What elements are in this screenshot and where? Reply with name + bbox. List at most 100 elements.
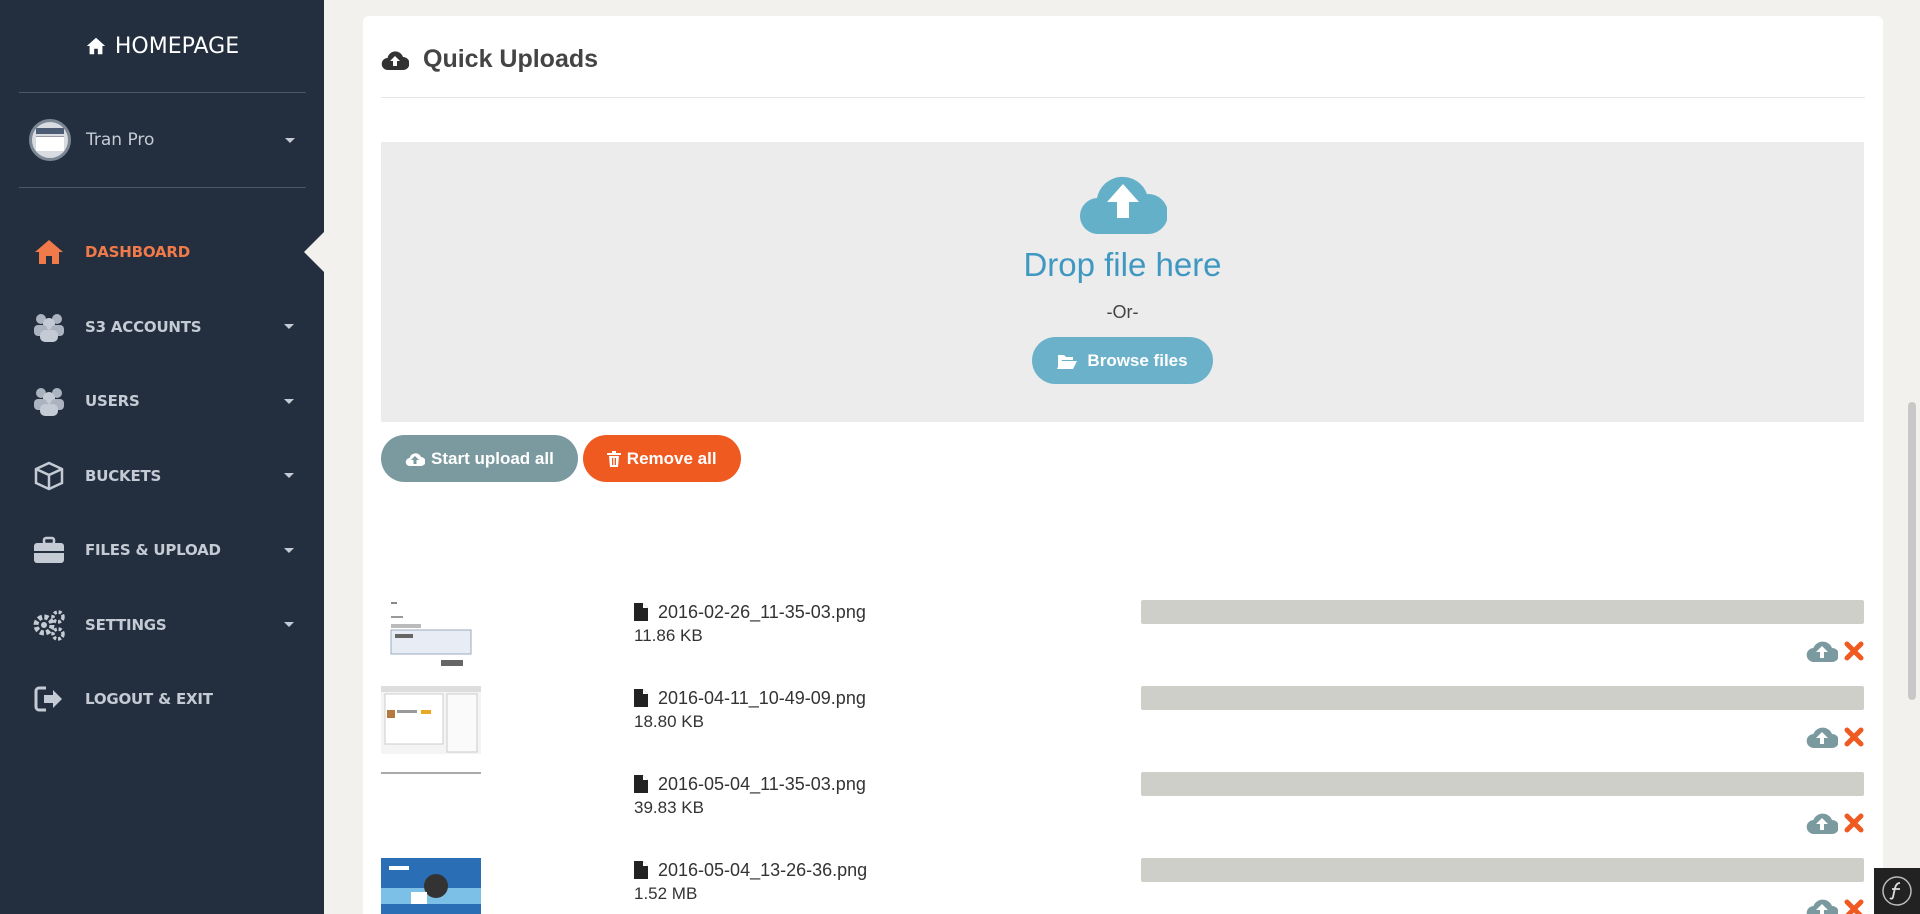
- file-thumbnail: [381, 600, 481, 668]
- file-info: 2016-04-11_10-49-09.png 18.80 KB: [634, 686, 866, 732]
- file-size: 1.52 MB: [634, 884, 698, 903]
- dropzone-title: Drop file here: [1023, 246, 1222, 283]
- chevron-down-icon: [284, 547, 294, 553]
- file-size: 39.83 KB: [634, 798, 704, 817]
- upload-file-button[interactable]: [1806, 639, 1838, 663]
- sidebar-item-dashboard[interactable]: DASHBOARD: [0, 215, 324, 290]
- chevron-down-icon: [284, 473, 294, 479]
- users-icon: [32, 312, 66, 342]
- sidebar-menu: DASHBOARD S3 ACCOUNTS USERS BUCKETS FILE…: [0, 215, 324, 737]
- upload-progress-bar: [1141, 772, 1864, 796]
- remove-file-button[interactable]: [1844, 813, 1864, 833]
- browse-files-label: Browse files: [1087, 350, 1188, 370]
- sidebar-item-label: USERS: [85, 392, 140, 411]
- page-title: Quick Uploads: [423, 45, 599, 73]
- briefcase-icon: [32, 535, 66, 565]
- gears-icon: [32, 610, 66, 641]
- file-row: 2016-02-26_11-35-03.png 11.86 KB: [381, 600, 1864, 686]
- sidebar-item-label: S3 ACCOUNTS: [85, 317, 202, 336]
- chevron-down-icon: [284, 398, 294, 404]
- file-size: 18.80 KB: [634, 712, 704, 731]
- file-dropzone[interactable]: Drop file here -Or- Browse files: [381, 142, 1864, 422]
- user-menu[interactable]: Tran Pro: [0, 93, 324, 187]
- chevron-down-icon: [284, 622, 294, 628]
- file-row: 2016-05-04_11-35-03.png 39.83 KB: [381, 772, 1864, 858]
- file-name: 2016-02-26_11-35-03.png: [634, 600, 866, 624]
- file-icon: [634, 689, 648, 707]
- remove-file-button[interactable]: [1844, 899, 1864, 914]
- file-name: 2016-05-04_11-35-03.png: [634, 772, 866, 796]
- upload-progress-bar: [1141, 858, 1864, 882]
- sidebar-item-label: DASHBOARD: [85, 243, 191, 262]
- sidebar-item-label: LOGOUT & EXIT: [85, 690, 213, 709]
- sidebar-item-label: SETTINGS: [85, 615, 167, 634]
- file-row: 2016-04-11_10-49-09.png 18.80 KB: [381, 686, 1864, 772]
- sidebar-item-s3-accounts[interactable]: S3 ACCOUNTS: [0, 290, 324, 365]
- cloud-upload-icon: [405, 452, 425, 466]
- sidebar-item-label: BUCKETS: [85, 466, 162, 485]
- file-size: 11.86 KB: [634, 626, 703, 645]
- browse-files-button[interactable]: Browse files: [1032, 337, 1213, 384]
- remove-file-button[interactable]: [1844, 727, 1864, 747]
- cloud-upload-icon: [381, 50, 409, 70]
- brand-label: HOMEPAGE: [114, 33, 240, 59]
- file-list: 2016-02-26_11-35-03.png 11.86 KB 2016-04…: [381, 600, 1864, 914]
- file-row-actions: [1806, 639, 1864, 663]
- chevron-down-icon: [284, 324, 294, 330]
- file-row-actions: [1806, 725, 1864, 749]
- upload-progress-bar: [1141, 600, 1864, 624]
- upload-actions: Start upload all Remove all: [381, 435, 741, 482]
- trash-icon: [606, 450, 621, 467]
- file-row-actions: [1806, 897, 1864, 914]
- chevron-down-icon: [285, 137, 295, 143]
- sidebar-item-files-upload[interactable]: FILES & UPLOAD: [0, 513, 324, 588]
- user-name: Tran Pro: [86, 130, 155, 150]
- file-thumbnail: [381, 858, 481, 914]
- file-icon: [634, 603, 648, 621]
- file-icon: [634, 775, 648, 793]
- sidebar-item-buckets[interactable]: BUCKETS: [0, 439, 324, 514]
- sidebar-item-users[interactable]: USERS: [0, 364, 324, 439]
- users-icon: [32, 386, 66, 417]
- upload-file-button[interactable]: [1806, 811, 1838, 835]
- file-name: 2016-04-11_10-49-09.png: [634, 686, 866, 710]
- home-icon: [86, 37, 106, 55]
- remove-file-button[interactable]: [1844, 641, 1864, 661]
- symfony-toolbar-toggle[interactable]: [1874, 868, 1920, 914]
- remove-all-label: Remove all: [626, 448, 717, 468]
- file-thumbnail: [381, 686, 481, 754]
- file-name-text: 2016-02-26_11-35-03.png: [658, 601, 866, 622]
- file-info: 2016-05-04_13-26-36.png 1.52 MB: [634, 858, 867, 904]
- sidebar-item-logout[interactable]: LOGOUT & EXIT: [0, 662, 324, 737]
- file-row-actions: [1806, 811, 1864, 835]
- file-icon: [634, 861, 648, 879]
- file-name-text: 2016-05-04_11-35-03.png: [658, 773, 866, 794]
- sidebar-item-label: FILES & UPLOAD: [85, 541, 221, 560]
- file-thumbnail: [381, 772, 481, 840]
- quick-uploads-panel: Quick Uploads Drop file here -Or- Browse…: [363, 16, 1883, 914]
- cloud-upload-icon: [1079, 176, 1167, 235]
- remove-all-button[interactable]: Remove all: [582, 435, 741, 482]
- sign-out-icon: [32, 684, 66, 714]
- dropzone-or: -Or-: [1106, 302, 1139, 322]
- cube-icon: [32, 461, 66, 491]
- upload-progress-bar: [1141, 686, 1864, 710]
- start-upload-all-button[interactable]: Start upload all: [381, 435, 578, 482]
- folder-open-icon: [1057, 354, 1078, 369]
- brand-link[interactable]: HOMEPAGE: [0, 0, 324, 92]
- page-scrollbar[interactable]: [1908, 402, 1916, 700]
- sidebar: HOMEPAGE Tran Pro DASHBOARD S3 ACCOUNTS …: [0, 0, 324, 914]
- sidebar-item-settings[interactable]: SETTINGS: [0, 588, 324, 663]
- home-icon: [32, 237, 66, 267]
- symfony-logo-icon: [1882, 876, 1912, 906]
- start-upload-all-label: Start upload all: [431, 448, 554, 468]
- upload-file-button[interactable]: [1806, 725, 1838, 749]
- file-info: 2016-02-26_11-35-03.png 11.86 KB: [634, 600, 866, 646]
- file-name-text: 2016-04-11_10-49-09.png: [658, 687, 866, 708]
- file-name: 2016-05-04_13-26-36.png: [634, 858, 867, 882]
- file-info: 2016-05-04_11-35-03.png 39.83 KB: [634, 772, 866, 818]
- file-name-text: 2016-05-04_13-26-36.png: [658, 859, 868, 880]
- upload-file-button[interactable]: [1806, 897, 1838, 914]
- avatar: [29, 119, 71, 161]
- panel-header: Quick Uploads: [381, 16, 1865, 98]
